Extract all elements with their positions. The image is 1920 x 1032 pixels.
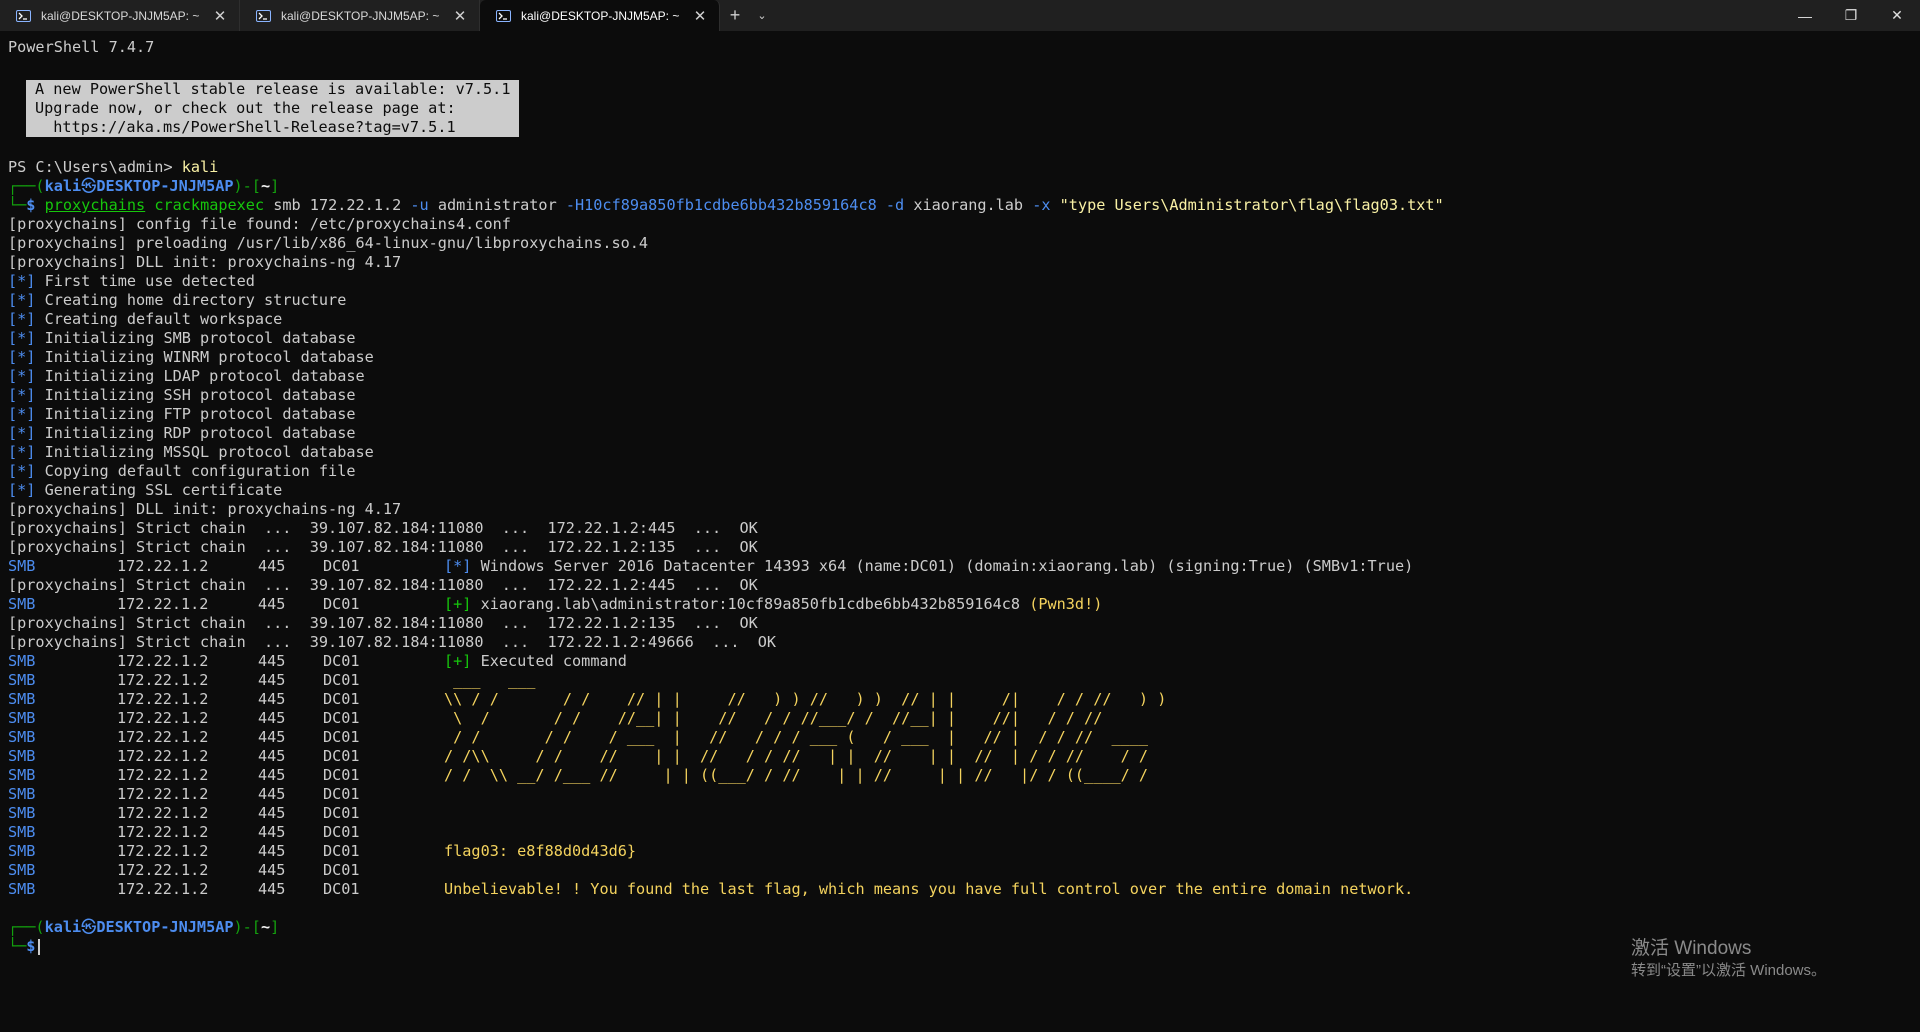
smb-output-row: SMB 172.22.1.2 445 DC01 \ / / / //__| | // … bbox=[8, 709, 1103, 727]
tab-1-title: kali@DESKTOP-JNJM5AP: ~ bbox=[41, 8, 200, 23]
init-log-line: [*] Initializing SSH protocol database bbox=[8, 386, 356, 404]
smb-output-row: SMB 172.22.1.2 445 DC01 Unbelievable! ! You … bbox=[8, 880, 1414, 898]
smb-output-row: SMB 172.22.1.2 445 DC01 ___ ___ bbox=[8, 671, 536, 689]
watermark-title: 激活 Windows bbox=[1631, 938, 1752, 959]
output-text: / /\\ / / // | | // / / // | | // | | //… bbox=[444, 747, 1149, 765]
smb-info-row: SMB 172.22.1.2 445 DC01 [*] Windows Server 2… bbox=[8, 557, 1414, 575]
init-log-line: [*] Initializing WINRM protocol database bbox=[8, 348, 374, 366]
notice-line: https://aka.ms/PowerShell-Release?tag=v7… bbox=[35, 118, 456, 136]
powershell-icon bbox=[256, 9, 271, 22]
powershell-icon bbox=[496, 9, 511, 22]
notice-line: Upgrade now, or check out the release pa… bbox=[35, 99, 456, 117]
output-text: Unbelievable! ! You found the last flag,… bbox=[444, 880, 1414, 898]
output-text: \ / / / //__| | // / / //___/ / //__| | … bbox=[444, 709, 1103, 727]
prompt-user: kali bbox=[44, 177, 82, 195]
init-log-line: [*] Creating home directory structure bbox=[8, 291, 347, 309]
init-log-line: [*] Initializing LDAP protocol database bbox=[8, 367, 365, 385]
tab-dropdown-icon[interactable]: ⌄ bbox=[750, 0, 774, 31]
init-log-line: [*] First time use detected bbox=[8, 272, 255, 290]
terminal-output[interactable]: PowerShell 7.4.7 A new PowerShell stable… bbox=[8, 38, 1912, 956]
new-tab-button[interactable]: + bbox=[720, 0, 750, 31]
init-log: [*] First time use detected [*] Creating … bbox=[8, 272, 1912, 500]
kali-prompt-top: ┌──(kali㉿DESKTOP-JNJM5AP)-[~] bbox=[8, 177, 280, 195]
close-window-button[interactable]: ✕ bbox=[1874, 0, 1920, 31]
proxy-line: [proxychains] config file found: /etc/pr… bbox=[8, 215, 511, 233]
smb-output-row: SMB 172.22.1.2 445 DC01/ /\\ / / // | | // … bbox=[8, 747, 1149, 765]
smb-output-row: SMB 172.22.1.2 445 DC01 bbox=[8, 804, 360, 822]
smb-output-row: SMB 172.22.1.2 445 DC01 / / / / / ___ | // … bbox=[8, 728, 1149, 746]
ps-prompt-line: PS C:\Users\admin> kali bbox=[8, 158, 1912, 177]
cmd-crackmapexec: crackmapexec bbox=[154, 196, 265, 214]
output-text: / / \\ __/ /___ // | | ((___/ / // | | /… bbox=[444, 766, 1149, 784]
tab-1-close-icon[interactable]: ✕ bbox=[211, 7, 229, 25]
minimize-button[interactable]: — bbox=[1782, 0, 1828, 31]
kali-prompt-top: ┌──(kali㉿DESKTOP-JNJM5AP)-[~] bbox=[8, 918, 280, 936]
smb-exec-row: SMB 172.22.1.2 445 DC01 [+] Executed command bbox=[8, 652, 627, 670]
chain-line: [proxychains] Strict chain ... 39.107.82… bbox=[8, 519, 758, 537]
proxy-line: [proxychains] DLL init: proxychains-ng 4… bbox=[8, 500, 402, 518]
proxy-line: [proxychains] preloading /usr/lib/x86_64… bbox=[8, 234, 649, 252]
init-log-line: [*] Initializing RDP protocol database bbox=[8, 424, 356, 442]
tab-2-close-icon[interactable]: ✕ bbox=[451, 7, 469, 25]
init-log-line: [*] Generating SSL certificate bbox=[8, 481, 283, 499]
smb-output-row: SMB 172.22.1.2 445 DC01 bbox=[8, 861, 360, 879]
chain-line: [proxychains] Strict chain ... 39.107.82… bbox=[8, 633, 777, 651]
title-drag-area[interactable] bbox=[774, 0, 1782, 31]
windows-activation-watermark: 激活 Windows 转到“设置”以激活 Windows。 bbox=[1631, 937, 1826, 981]
tab-3-title: kali@DESKTOP-JNJM5AP: ~ bbox=[521, 8, 680, 23]
pwned-label: (Pwn3d!) bbox=[1029, 595, 1103, 613]
powershell-icon bbox=[16, 9, 31, 22]
tab-1[interactable]: kali@DESKTOP-JNJM5AP: ~ ✕ bbox=[0, 0, 240, 31]
output-text: \\ / / / / // | | // ) ) // ) ) // | | /… bbox=[444, 690, 1167, 708]
restore-button[interactable]: ❐ bbox=[1828, 0, 1874, 31]
smb-output-row: SMB 172.22.1.2 445 DC01 bbox=[8, 823, 360, 841]
init-log-line: [*] Initializing MSSQL protocol database bbox=[8, 443, 374, 461]
smb-output-row: SMB 172.22.1.2 445 DC01 bbox=[8, 785, 360, 803]
init-log-line: [*] Copying default configuration file bbox=[8, 462, 356, 480]
output-text: ___ ___ bbox=[444, 671, 536, 689]
output-text: / / / / / ___ | // / / / ___ ( / ___ | /… bbox=[444, 728, 1149, 746]
tab-2[interactable]: kali@DESKTOP-JNJM5AP: ~ ✕ bbox=[240, 0, 480, 31]
ps-version: PowerShell 7.4.7 bbox=[8, 38, 155, 56]
cmd-proxychains: proxychains bbox=[44, 196, 146, 214]
ps-prompt: PS C:\Users\admin> bbox=[8, 158, 182, 176]
chain-line: [proxychains] Strict chain ... 39.107.82… bbox=[8, 538, 758, 556]
update-notice: A new PowerShell stable release is avail… bbox=[26, 80, 520, 137]
notice-line: A new PowerShell stable release is avail… bbox=[35, 80, 511, 98]
chain-line: [proxychains] Strict chain ... 39.107.82… bbox=[8, 614, 758, 632]
chain-line: [proxychains] Strict chain ... 39.107.82… bbox=[8, 576, 758, 594]
command-line: └─$ proxychains crackmapexec smb 172.22.… bbox=[8, 196, 1444, 214]
proxy-line: [proxychains] DLL init: proxychains-ng 4… bbox=[8, 253, 402, 271]
text-cursor bbox=[38, 938, 41, 955]
smb-output-row: SMB 172.22.1.2 445 DC01/ / \\ __/ /___ // |… bbox=[8, 766, 1149, 784]
tab-3[interactable]: kali@DESKTOP-JNJM5AP: ~ ✕ bbox=[480, 0, 720, 31]
smb-output-row: SMB 172.22.1.2 445 DC01 \\ / / / / // | | //… bbox=[8, 690, 1167, 708]
tab-2-title: kali@DESKTOP-JNJM5AP: ~ bbox=[281, 8, 440, 23]
prompt-dir: ~ bbox=[260, 177, 271, 195]
init-log-line: [*] Initializing SMB protocol database bbox=[8, 329, 356, 347]
smb-pwn-row: SMB 172.22.1.2 445 DC01 [+] xiaorang.lab\adm… bbox=[8, 595, 1103, 613]
title-bar: kali@DESKTOP-JNJM5AP: ~ ✕ kali@DESKTOP-J… bbox=[0, 0, 1920, 31]
watermark-subtitle: 转到“设置”以激活 Windows。 bbox=[1631, 962, 1827, 979]
tab-3-close-icon[interactable]: ✕ bbox=[691, 7, 709, 25]
ps-command: kali bbox=[181, 158, 219, 176]
init-log-line: [*] Initializing FTP protocol database bbox=[8, 405, 356, 423]
command-output: SMB 172.22.1.2 445 DC01 ___ ___ SMB 172.22.1.… bbox=[8, 671, 1912, 899]
input-line[interactable]: └─$ bbox=[8, 937, 1912, 956]
smb-output-row: SMB 172.22.1.2 445 DC01 flag03: e8f88d0d43d6… bbox=[8, 842, 637, 860]
output-text: flag03: e8f88d0d43d6} bbox=[444, 842, 637, 860]
init-log-line: [*] Creating default workspace bbox=[8, 310, 283, 328]
prompt-host: DESKTOP-JNJM5AP bbox=[96, 177, 234, 195]
